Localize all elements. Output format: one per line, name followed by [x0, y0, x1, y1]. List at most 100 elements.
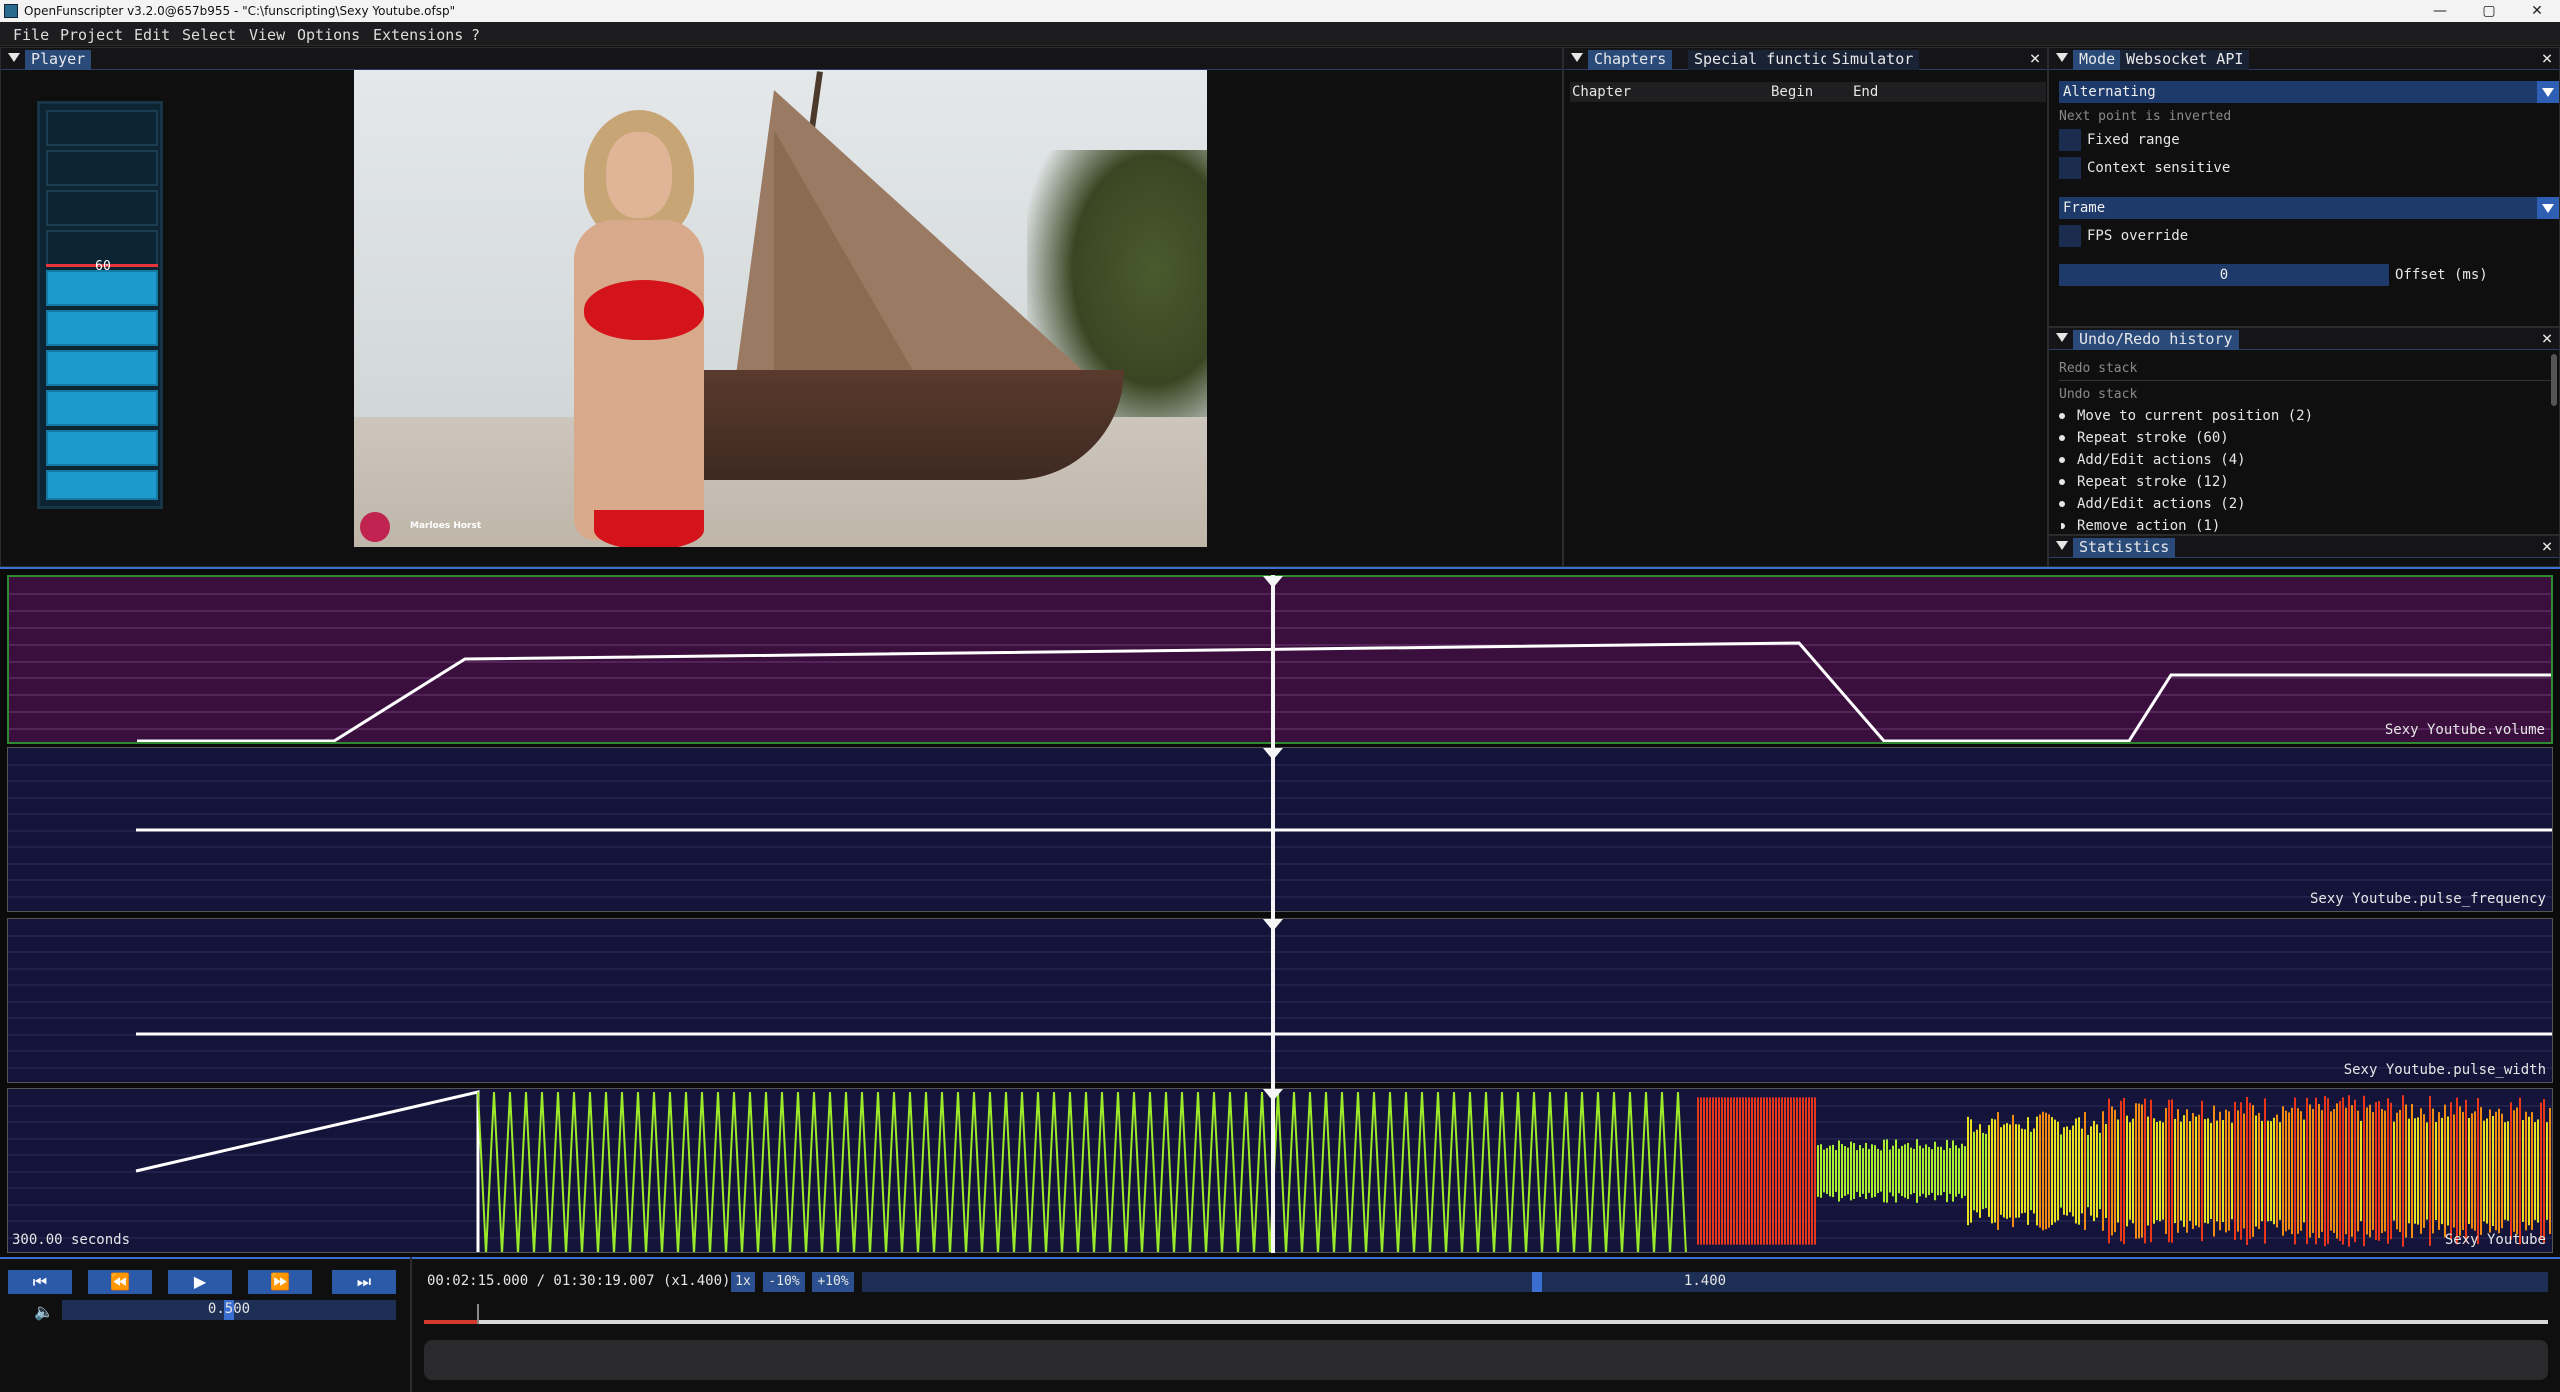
- collapse-arrow-icon[interactable]: [1571, 53, 1583, 62]
- speaker-icon[interactable]: 🔈: [34, 1302, 54, 1321]
- progress-bar[interactable]: [424, 1304, 2548, 1324]
- frame-select-value: Frame: [2063, 200, 2106, 216]
- menu-select[interactable]: Select: [182, 26, 236, 44]
- undo-item[interactable]: Repeat stroke (60): [2059, 430, 2229, 446]
- tab-chapters[interactable]: Chapters: [1588, 50, 1673, 70]
- column-chapter: Chapter: [1572, 84, 1632, 100]
- scrollbar-thumb[interactable]: [2551, 354, 2557, 406]
- playhead-marker-icon: [1263, 1089, 1283, 1101]
- mode-select-value: Alternating: [2063, 84, 2156, 100]
- offset-input[interactable]: 0: [2059, 264, 2389, 286]
- menu-help[interactable]: ?: [471, 26, 480, 44]
- play-icon: ▶: [193, 1272, 207, 1291]
- video-person-bottom: [594, 510, 704, 547]
- track-pulse-frequency[interactable]: Sexy Youtube.pulse_frequency: [7, 747, 2553, 912]
- stroke-meter-cell-filled: [46, 430, 158, 466]
- collapse-arrow-icon[interactable]: [2056, 541, 2068, 550]
- next-point-info: Next point is inverted: [2059, 109, 2232, 124]
- undo-item[interactable]: Remove action (1): [2061, 518, 2220, 532]
- chevron-down-icon[interactable]: [2537, 81, 2559, 103]
- undo-tabbar: Undo/Redo history ×: [2049, 328, 2559, 350]
- menu-file[interactable]: File: [13, 26, 49, 44]
- undo-item[interactable]: Add/Edit actions (4): [2059, 452, 2246, 468]
- fps-override-label: FPS override: [2087, 228, 2189, 244]
- progress-fill: [424, 1320, 478, 1324]
- close-window-button[interactable]: ✕: [2514, 0, 2560, 22]
- tab-mode[interactable]: Mode: [2073, 50, 2122, 70]
- undo-item-label: Move to current position (2): [2077, 408, 2314, 424]
- tab-simulator[interactable]: Simulator: [1826, 50, 1920, 70]
- video-sail: [774, 130, 924, 390]
- menu-view[interactable]: View: [249, 26, 285, 44]
- track-pulse-width-label: Sexy Youtube.pulse_width: [2343, 1062, 2546, 1078]
- close-icon[interactable]: ×: [2537, 48, 2557, 70]
- undo-item[interactable]: Add/Edit actions (2): [2059, 496, 2246, 512]
- track-pulse-frequency-graph: [8, 764, 2552, 898]
- collapse-arrow-icon[interactable]: [2056, 53, 2068, 62]
- volume-value: 0.500: [207, 1301, 251, 1317]
- skip-to-start-button[interactable]: ⏮: [8, 1270, 72, 1294]
- fast-forward-button[interactable]: ⏩: [248, 1270, 312, 1294]
- track-pulse-width[interactable]: Sexy Youtube.pulse_width: [7, 918, 2553, 1083]
- playhead-marker-icon: [1263, 576, 1283, 588]
- close-icon[interactable]: ×: [2537, 536, 2557, 558]
- play-button[interactable]: ▶: [168, 1270, 232, 1294]
- menu-options[interactable]: Options: [297, 26, 360, 44]
- maximize-button[interactable]: ▢: [2466, 0, 2512, 22]
- close-icon[interactable]: ×: [2025, 48, 2045, 70]
- collapse-arrow-icon[interactable]: [2056, 333, 2068, 342]
- fixed-range-checkbox[interactable]: [2059, 129, 2081, 151]
- volume-slider[interactable]: 0.500: [62, 1300, 396, 1320]
- skip-to-end-button[interactable]: ⏭: [332, 1270, 396, 1294]
- stroke-meter-cell-filled: [46, 310, 158, 346]
- video-frame[interactable]: Marloes Horst: [354, 70, 1207, 547]
- menu-project[interactable]: Project: [60, 26, 123, 44]
- speed-reset-button[interactable]: 1x: [731, 1272, 755, 1292]
- progress-position-marker[interactable]: [477, 1304, 480, 1324]
- column-end: End: [1853, 84, 1879, 100]
- chapters-table-header: Chapter Begin End: [1570, 82, 2046, 102]
- tab-websocket-api[interactable]: Websocket API: [2120, 50, 2250, 70]
- statistics-tabbar: Statistics ×: [2049, 536, 2559, 558]
- tab-undo-redo-history[interactable]: Undo/Redo history: [2073, 330, 2239, 350]
- heatmap-bar[interactable]: [424, 1340, 2548, 1380]
- stroke-meter-cell: [46, 110, 158, 146]
- speed-increase-button[interactable]: +10%: [812, 1272, 854, 1292]
- undo-item[interactable]: Move to current position (2): [2058, 408, 2314, 424]
- track-main[interactable]: Sexy Youtube 300.00 seconds: [7, 1088, 2553, 1253]
- track-volume[interactable]: Sexy Youtube.volume: [7, 575, 2553, 744]
- rewind-button[interactable]: ⏪: [88, 1270, 152, 1294]
- time-window-label: 300.00 seconds: [12, 1232, 131, 1248]
- window-title: OpenFunscripter v3.2.0@657b955 - "C:\fun…: [24, 4, 456, 18]
- undo-item[interactable]: Repeat stroke (12): [2059, 474, 2229, 490]
- column-begin: Begin: [1771, 84, 1814, 100]
- video-person: [544, 110, 744, 547]
- menu-extensions[interactable]: Extensions: [373, 26, 463, 44]
- statistics-panel: Statistics ×: [2048, 535, 2560, 567]
- mode-panel: Mode Websocket API × Alternating Next po…: [2048, 47, 2560, 327]
- tab-player[interactable]: Player: [25, 50, 92, 70]
- track-pulse-width-graph: [8, 935, 2552, 1069]
- playhead-marker-icon: [1263, 748, 1283, 760]
- stroke-meter-cell-filled: [46, 470, 158, 500]
- stroke-meter-cell: [46, 150, 158, 186]
- fps-override-checkbox[interactable]: [2059, 225, 2081, 247]
- track-main-label: Sexy Youtube: [2444, 1232, 2546, 1248]
- speed-decrease-button[interactable]: -10%: [763, 1272, 805, 1292]
- chevron-down-icon[interactable]: [2537, 197, 2559, 219]
- playhead-line[interactable]: [1271, 575, 1275, 1253]
- frame-select[interactable]: Frame: [2059, 197, 2559, 219]
- mode-select[interactable]: Alternating: [2059, 81, 2559, 103]
- playhead-marker-icon: [1263, 919, 1283, 931]
- close-icon[interactable]: ×: [2537, 328, 2557, 350]
- minimize-button[interactable]: —: [2417, 0, 2463, 22]
- menu-edit[interactable]: Edit: [134, 26, 170, 44]
- speed-slider[interactable]: 1.400: [862, 1272, 2548, 1292]
- undo-item-label: Repeat stroke (60): [2077, 430, 2229, 446]
- context-sensitive-checkbox[interactable]: [2059, 157, 2081, 179]
- context-sensitive-label: Context sensitive: [2087, 160, 2231, 176]
- video-person-face: [606, 132, 672, 218]
- collapse-arrow-icon[interactable]: [8, 53, 20, 62]
- tab-statistics[interactable]: Statistics: [2073, 538, 2176, 558]
- stroke-meter-cell-filled: [46, 390, 158, 426]
